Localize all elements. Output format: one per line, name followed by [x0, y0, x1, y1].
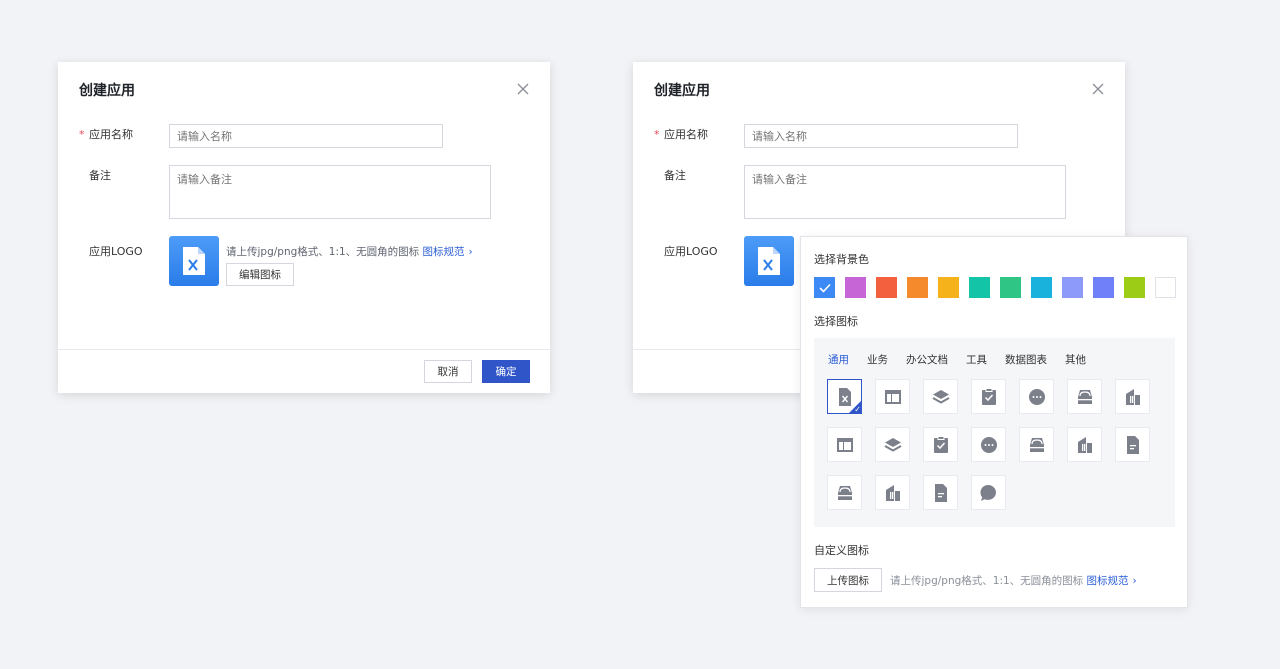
icon-option[interactable] — [923, 379, 958, 414]
icon-picker-popover: 选择背景色 选择图标 通用 业务 办公文档 工具 数据图表 其他 ✓ 自定义图标 上传图标… — [800, 236, 1188, 608]
layout-icon — [884, 389, 901, 404]
divider — [58, 349, 550, 350]
icon-option[interactable] — [875, 379, 910, 414]
icon-option[interactable] — [971, 475, 1006, 510]
bg-color-title: 选择背景色 — [814, 253, 869, 266]
color-swatch[interactable] — [1062, 277, 1083, 298]
document-icon — [1126, 435, 1139, 454]
name-label: 应用名称 — [89, 128, 133, 141]
icon-option[interactable] — [923, 427, 958, 462]
app-logo-preview — [169, 236, 219, 286]
color-swatch[interactable] — [1000, 277, 1021, 298]
excel-file-icon — [183, 247, 205, 275]
note-input[interactable] — [744, 165, 1066, 219]
icon-option[interactable] — [1115, 427, 1150, 462]
color-swatch[interactable] — [814, 277, 835, 298]
app-logo-preview[interactable] — [744, 236, 794, 286]
inbox-icon — [1029, 437, 1044, 452]
color-swatch[interactable] — [1093, 277, 1114, 298]
color-swatches — [814, 277, 1176, 298]
icon-spec-link[interactable]: 图标规范 — [423, 246, 465, 258]
icon-spec-link[interactable]: 图标规范 — [1087, 575, 1129, 587]
icon-category-tab[interactable]: 通用 — [828, 352, 849, 367]
icon-option[interactable] — [971, 379, 1006, 414]
icon-grid: ✓ — [827, 379, 1150, 510]
icon-option[interactable]: ✓ — [827, 379, 862, 414]
name-input[interactable] — [169, 124, 443, 148]
clipboard-check-icon — [933, 435, 948, 453]
inbox-icon — [837, 485, 852, 500]
check-icon: ✓ — [854, 405, 861, 414]
name-input[interactable] — [744, 124, 1018, 148]
chevron-right-icon: › — [1132, 575, 1137, 587]
icon-option[interactable] — [1067, 427, 1102, 462]
note-label: 备注 — [89, 169, 111, 182]
icon-option[interactable] — [827, 427, 862, 462]
chevron-right-icon: › — [468, 246, 473, 258]
close-icon[interactable] — [516, 82, 530, 96]
icon-option[interactable] — [923, 475, 958, 510]
upload-hint: 请上传jpg/png格式、1:1、无圆角的图标 图标规范 › — [890, 573, 1137, 588]
confirm-button[interactable]: 确定 — [482, 360, 530, 383]
color-swatch[interactable] — [938, 277, 959, 298]
layers-icon — [884, 437, 901, 452]
excel-file-icon — [758, 247, 780, 275]
color-swatch[interactable] — [969, 277, 990, 298]
icon-title: 选择图标 — [814, 315, 858, 328]
close-icon[interactable] — [1091, 82, 1105, 96]
dialog-title: 创建应用 — [654, 83, 710, 99]
chat-more-icon — [980, 436, 997, 453]
icon-option[interactable] — [1019, 379, 1054, 414]
icon-category-tabs: 通用 业务 办公文档 工具 数据图表 其他 — [828, 352, 1086, 367]
dialog-title: 创建应用 — [79, 83, 135, 99]
icon-option[interactable] — [1115, 379, 1150, 414]
edit-icon-button[interactable]: 编辑图标 — [226, 263, 294, 286]
logo-hint-text: 请上传jpg/png格式、1:1、无圆角的图标 — [226, 246, 420, 258]
custom-icon-title: 自定义图标 — [814, 544, 869, 557]
document-icon — [934, 483, 947, 502]
icon-option[interactable] — [827, 475, 862, 510]
clipboard-check-icon — [981, 387, 996, 405]
color-swatch[interactable] — [907, 277, 928, 298]
chat-icon — [979, 484, 996, 501]
inbox-icon — [1077, 389, 1092, 404]
logo-label: 应用LOGO — [664, 245, 718, 258]
color-swatch[interactable] — [1031, 277, 1052, 298]
building-icon — [1077, 436, 1092, 453]
upload-hint-text: 请上传jpg/png格式、1:1、无圆角的图标 — [890, 575, 1084, 587]
name-label: 应用名称 — [664, 128, 708, 141]
logo-hint: 请上传jpg/png格式、1:1、无圆角的图标 图标规范 › — [226, 244, 473, 259]
icon-category-tab[interactable]: 其他 — [1065, 352, 1086, 367]
icon-category-tab[interactable]: 业务 — [867, 352, 888, 367]
icon-category-tab[interactable]: 办公文档 — [906, 352, 948, 367]
layout-icon — [836, 437, 853, 452]
icon-option[interactable] — [1019, 427, 1054, 462]
note-label: 备注 — [664, 169, 686, 182]
logo-label: 应用LOGO — [89, 245, 143, 258]
icon-option[interactable] — [971, 427, 1006, 462]
color-swatch[interactable] — [876, 277, 897, 298]
icon-category-tab[interactable]: 工具 — [966, 352, 987, 367]
note-input[interactable] — [169, 165, 491, 219]
building-icon — [885, 484, 900, 501]
upload-icon-button[interactable]: 上传图标 — [814, 568, 882, 592]
create-app-dialog: 创建应用 * 应用名称 备注 应用LOGO 请上传jpg/png格式、1:1、无… — [58, 62, 550, 393]
required-mark: * — [654, 128, 660, 141]
cancel-button[interactable]: 取消 — [424, 360, 472, 383]
color-swatch[interactable] — [845, 277, 866, 298]
icon-category-tab[interactable]: 数据图表 — [1005, 352, 1047, 367]
chat-more-icon — [1028, 388, 1045, 405]
icon-option[interactable] — [875, 427, 910, 462]
icon-option[interactable] — [875, 475, 910, 510]
required-mark: * — [79, 128, 85, 141]
layers-icon — [932, 389, 949, 404]
check-icon — [818, 283, 831, 293]
icon-panel: 通用 业务 办公文档 工具 数据图表 其他 ✓ — [814, 338, 1175, 527]
icon-option[interactable] — [1067, 379, 1102, 414]
color-swatch[interactable] — [1124, 277, 1145, 298]
building-icon — [1125, 388, 1140, 405]
color-swatch[interactable] — [1155, 277, 1176, 298]
